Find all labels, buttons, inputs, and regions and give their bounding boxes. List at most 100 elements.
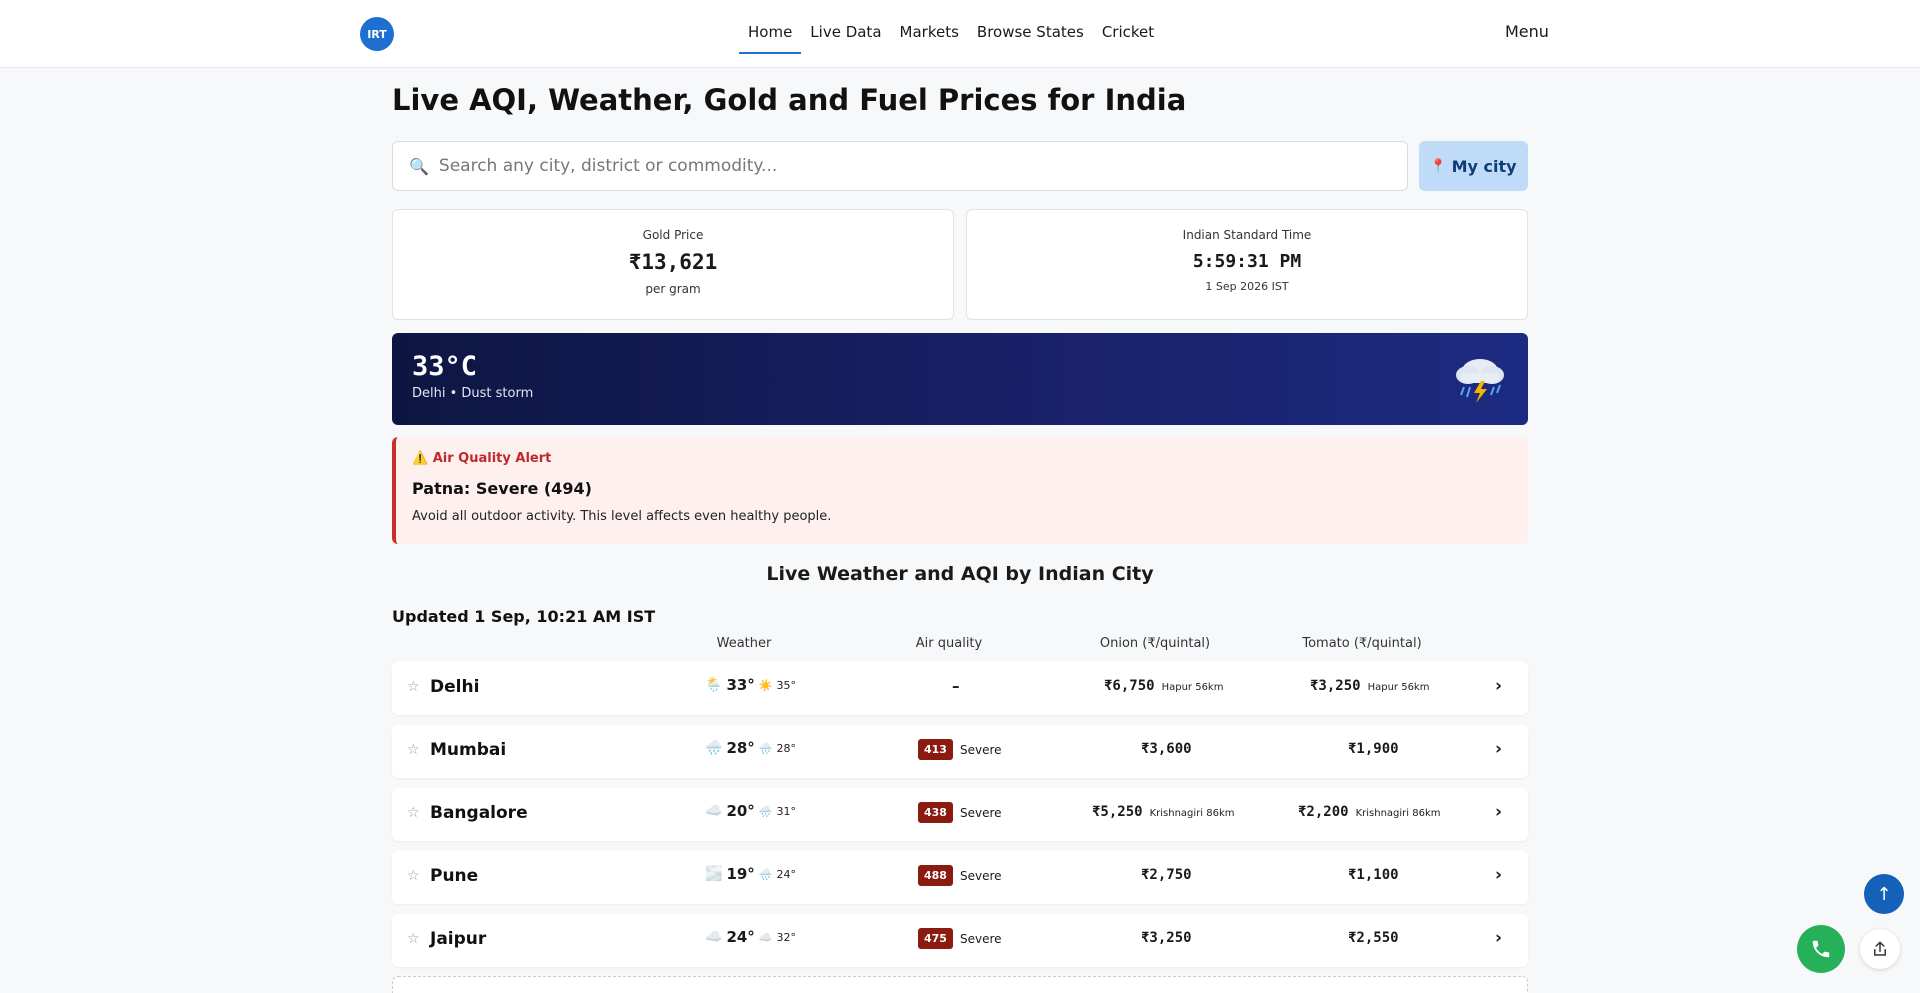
updated-timestamp: Updated 1 Sep, 10:21 AM IST [392, 607, 656, 626]
thunderstorm-icon [1456, 359, 1504, 403]
my-city-button[interactable]: 📍 My city [1419, 141, 1528, 191]
tomato-market: Hapur 56km [1367, 682, 1430, 693]
aqi-value: – [952, 677, 960, 695]
current-temperature: 33°C [412, 351, 478, 382]
aqi-badge: 488 [918, 865, 953, 886]
aqi-label: Severe [959, 868, 1002, 883]
search-input[interactable] [438, 156, 1339, 176]
nav-cricket[interactable]: Cricket [1093, 0, 1163, 64]
favorite-star-icon[interactable]: ☆ [407, 679, 420, 695]
city-name: Pune [430, 866, 479, 886]
aqi-label: Severe [959, 805, 1002, 820]
nav-live-data[interactable]: Live Data [801, 0, 890, 64]
chevron-right-icon[interactable]: › [1495, 928, 1502, 948]
onion-price: ₹5,250 Krishnagiri 86km [1092, 804, 1235, 820]
table-row[interactable]: ☆ Mumbai 🌧️ 28° 🌧️ 28° 413 Severe ₹3,600… [392, 725, 1528, 778]
table-row[interactable]: ☆ Jaipur ☁️ 24° ☁️ 32° 475 Severe ₹3,250… [392, 914, 1528, 967]
rain-cloud-icon: 🌧️ [758, 804, 773, 818]
rain-cloud-icon: 🌧️ [758, 867, 773, 881]
weather-cell: ☁️ 24° ☁️ 32° [705, 928, 796, 946]
onion-value: ₹3,250 [1141, 930, 1192, 946]
gold-price-value: ₹13,621 [628, 250, 718, 274]
temp-forecast: 31° [776, 804, 797, 818]
nav-browse-states[interactable]: Browse States [968, 0, 1093, 64]
cloud-icon: ☁️ [705, 803, 723, 819]
temp-now: 19° [726, 865, 755, 883]
search-box[interactable]: 🔍 [392, 141, 1408, 191]
ist-label: Indian Standard Time [1182, 228, 1312, 242]
favorite-star-icon[interactable]: ☆ [407, 931, 420, 947]
tomato-value: ₹3,250 [1310, 678, 1361, 694]
tomato-price: ₹1,100 [1348, 867, 1399, 883]
ist-clock-card: Indian Standard Time 5:59:31 PM 1 Sep 20… [966, 209, 1528, 320]
nav-markets[interactable]: Markets [891, 0, 968, 64]
city-name: Bangalore [430, 803, 528, 823]
air-quality-alert: ⚠️ Air Quality Alert Patna: Severe (494)… [392, 437, 1528, 544]
tomato-price: ₹1,900 [1348, 741, 1399, 757]
page-title: Live AQI, Weather, Gold and Fuel Prices … [392, 83, 1187, 117]
ist-time: 5:59:31 PM [1192, 251, 1302, 272]
phone-icon [1812, 940, 1830, 958]
onion-market: Hapur 56km [1161, 682, 1224, 693]
favorite-star-icon[interactable]: ☆ [407, 805, 420, 821]
temp-forecast: 24° [776, 867, 797, 881]
tomato-price: ₹3,250 Hapur 56km [1310, 678, 1429, 694]
favorite-star-icon[interactable]: ☆ [407, 742, 420, 758]
onion-price: ₹6,750 Hapur 56km [1104, 678, 1223, 694]
table-row-partial [392, 976, 1528, 993]
chevron-right-icon[interactable]: › [1495, 676, 1502, 696]
temp-forecast: 28° [776, 741, 797, 755]
alert-heading-text: Air Quality Alert [432, 451, 552, 466]
rain-cloud-icon: 🌦️ [705, 677, 723, 693]
col-weather: Weather [716, 636, 772, 651]
cloud-icon: ☁️ [758, 930, 773, 944]
fog-icon: 🌫️ [705, 866, 723, 882]
temp-now: 28° [726, 739, 755, 757]
col-onion: Onion (₹/quintal) [1099, 636, 1211, 651]
temp-forecast: 35° [776, 678, 797, 692]
onion-price: ₹3,250 [1141, 930, 1192, 946]
weather-banner[interactable]: 33°C Delhi • Dust storm [392, 333, 1528, 425]
table-row[interactable]: ☆ Bangalore ☁️ 20° 🌧️ 31° 438 Severe ₹5,… [392, 788, 1528, 841]
rain-cloud-icon: 🌧️ [758, 741, 773, 755]
temp-forecast: 32° [776, 930, 797, 944]
scroll-to-top-button[interactable]: ↑ [1864, 874, 1904, 914]
search-icon: 🔍 [409, 156, 429, 176]
onion-value: ₹3,600 [1141, 741, 1192, 757]
ist-date: 1 Sep 2026 IST [1205, 280, 1289, 293]
city-name: Delhi [430, 677, 480, 697]
alert-title: Patna: Severe (494) [412, 479, 592, 498]
chevron-right-icon[interactable]: › [1495, 739, 1502, 759]
cloud-icon: ☁️ [705, 929, 723, 945]
weather-cell: 🌦️ 33° ☀️ 35° [705, 676, 796, 694]
call-button[interactable] [1797, 925, 1845, 973]
onion-price: ₹2,750 [1141, 867, 1192, 883]
table-row[interactable]: ☆ Pune 🌫️ 19° 🌧️ 24° 488 Severe ₹2,750 ₹… [392, 851, 1528, 904]
favorite-star-icon[interactable]: ☆ [407, 868, 420, 884]
gold-price-card[interactable]: Gold Price ₹13,621 per gram [392, 209, 954, 320]
share-button[interactable] [1860, 929, 1900, 969]
tomato-value: ₹2,200 [1298, 804, 1349, 820]
aqi-cell: 475 Severe [918, 928, 1002, 949]
warning-icon: ⚠️ [412, 451, 429, 466]
aqi-badge: 438 [918, 802, 953, 823]
site-logo[interactable]: IRT [360, 17, 394, 51]
my-city-label: My city [1451, 156, 1517, 176]
alert-heading: ⚠️ Air Quality Alert [412, 451, 551, 466]
tomato-value: ₹1,900 [1348, 741, 1399, 757]
aqi-badge: 475 [918, 928, 953, 949]
onion-value: ₹5,250 [1092, 804, 1143, 820]
nav-home[interactable]: Home [739, 0, 802, 64]
chevron-right-icon[interactable]: › [1495, 865, 1502, 885]
tomato-price: ₹2,200 Krishnagiri 86km [1298, 804, 1441, 820]
chevron-right-icon[interactable]: › [1495, 802, 1502, 822]
onion-price: ₹3,600 [1141, 741, 1192, 757]
tomato-value: ₹2,550 [1348, 930, 1399, 946]
menu-button[interactable]: Menu [1505, 22, 1549, 41]
temp-now: 24° [726, 928, 755, 946]
top-navbar: IRT Home Live Data Markets Browse States… [0, 0, 1920, 68]
table-row[interactable]: ☆ Delhi 🌦️ 33° ☀️ 35° – ₹6,750 Hapur 56k… [392, 662, 1528, 715]
onion-market: Krishnagiri 86km [1149, 808, 1235, 819]
alert-text: Avoid all outdoor activity. This level a… [412, 509, 832, 524]
aqi-label: Severe [959, 931, 1002, 946]
